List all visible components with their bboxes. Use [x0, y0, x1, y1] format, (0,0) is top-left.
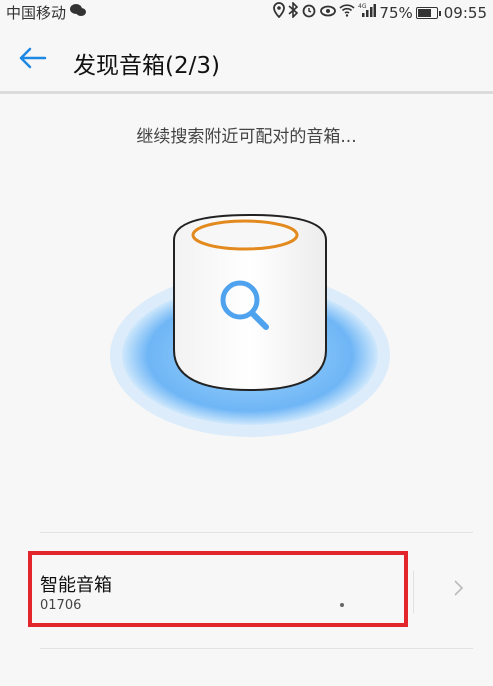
loading-dot: [340, 603, 344, 607]
speaker-top-ring: [191, 219, 299, 251]
clock: 09:55: [443, 4, 487, 22]
battery-cap: [438, 10, 441, 16]
status-bar: 中国移动 4G 75% 09:55: [0, 0, 493, 24]
battery-fill: [417, 9, 431, 17]
device-list-item[interactable]: 智能音箱 01706: [28, 551, 481, 627]
eye-comfort-icon: [320, 3, 337, 23]
alarm-icon: [301, 2, 317, 24]
searching-status-text: 继续搜索附近可配对的音箱...: [136, 127, 357, 147]
back-button[interactable]: [14, 40, 50, 76]
battery-icon: [415, 7, 438, 19]
page-title: 发现音箱(2/3): [73, 53, 220, 79]
device-name: 智能音箱: [40, 575, 112, 596]
item-separator: [413, 571, 414, 613]
chevron-right-icon: [453, 579, 465, 602]
carrier-label: 中国移动: [6, 4, 67, 22]
device-id: 01706: [40, 598, 82, 613]
list-bottom-divider: [40, 648, 473, 649]
location-icon: [273, 2, 286, 24]
list-top-divider: [40, 532, 473, 533]
app-bar: 发现音箱(2/3): [0, 24, 493, 92]
battery-percent: 75%: [379, 4, 413, 22]
wechat-icon: [70, 3, 87, 23]
status-left: 中国移动: [6, 2, 87, 23]
status-right: 4G 75% 09:55: [273, 1, 487, 24]
arrow-left-icon: [19, 47, 47, 69]
signal-icon: 4G: [358, 2, 377, 24]
network-type-label: 4G: [358, 3, 367, 10]
wifi-icon: [339, 3, 355, 23]
speaker-search-illustration: [110, 213, 390, 437]
bluetooth-icon: [288, 1, 299, 24]
header-divider: [0, 91, 493, 94]
